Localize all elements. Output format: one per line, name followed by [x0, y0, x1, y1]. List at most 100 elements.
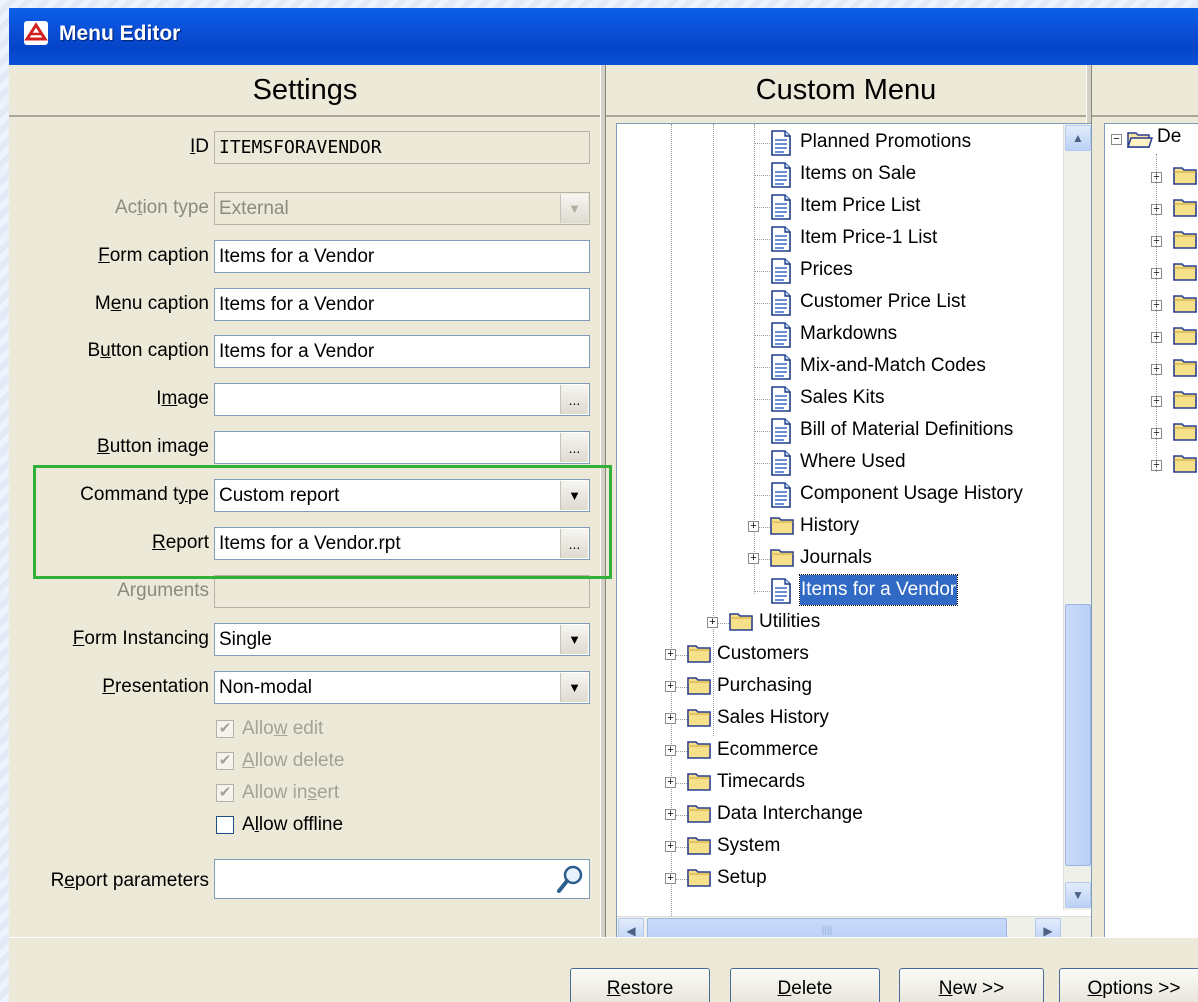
expand-icon[interactable]: +	[748, 521, 759, 532]
tree-item-label: Where Used	[800, 451, 906, 472]
search-icon[interactable]	[555, 863, 585, 895]
expand-icon[interactable]: +	[665, 649, 676, 660]
button-caption-input[interactable]: Items for a Vendor	[214, 335, 590, 368]
tree-connector	[754, 207, 770, 208]
tree-connector	[754, 591, 770, 592]
custom-menu-tree[interactable]: Planned Promotions Items on Sale Item Pric…	[616, 123, 1092, 945]
expand-icon[interactable]: +	[665, 681, 676, 692]
expand-icon[interactable]: +	[665, 809, 676, 820]
chevron-down-icon: ▼	[560, 194, 588, 223]
presentation-label: Presentation	[102, 676, 209, 697]
tree-item-label: Timecards	[717, 771, 805, 792]
tree-connector	[754, 271, 770, 272]
tree-connector	[754, 143, 770, 144]
options-button[interactable]: Options >>	[1059, 968, 1198, 1002]
tree-connector	[754, 303, 770, 304]
tree-connector	[754, 463, 770, 464]
action-type-select: External ▼	[214, 192, 590, 225]
document-icon	[770, 482, 792, 518]
expand-icon[interactable]: +	[707, 617, 718, 628]
allow-edit-label: Allow edit	[242, 718, 324, 739]
tree-item-label: Item Price-1 List	[800, 227, 938, 248]
tree-item-label: Item Price List	[800, 195, 921, 216]
delete-button[interactable]: Delete	[730, 968, 880, 1002]
tree-item-label: System	[717, 835, 781, 856]
id-field[interactable]: ITEMSFORAVENDOR	[214, 131, 590, 164]
right-tree[interactable]: − De + + + + + + + + + +	[1104, 123, 1198, 945]
tree-item-label: Journals	[800, 547, 872, 568]
folder-icon	[1173, 452, 1197, 479]
image-label: Image	[156, 388, 209, 409]
vertical-scrollbar[interactable]: ▲ ▼	[1063, 124, 1091, 910]
tree-item-label: Sales Kits	[800, 387, 885, 408]
expand-icon[interactable]: +	[665, 873, 676, 884]
title-bar[interactable]: Menu Editor	[9, 8, 1198, 65]
right-root-label: De	[1157, 126, 1182, 147]
folder-icon	[1173, 324, 1197, 351]
tree-item-label: Purchasing	[717, 675, 813, 696]
custom-menu-header: Custom Menu	[606, 65, 1086, 117]
folder-icon	[1173, 196, 1197, 223]
arguments-input	[214, 575, 590, 608]
folder-icon	[770, 514, 794, 546]
open-folder-icon	[1127, 132, 1153, 148]
form-instancing-label: Form Instancing	[72, 628, 209, 649]
document-icon	[770, 386, 792, 422]
image-browse-button[interactable]: ...	[560, 385, 588, 414]
form-caption-input[interactable]: Items for a Vendor	[214, 240, 590, 273]
report-parameters-input[interactable]	[214, 859, 590, 899]
menu-caption-input[interactable]: Items for a Vendor	[214, 288, 590, 321]
folder-icon	[687, 802, 711, 834]
document-icon	[770, 162, 792, 198]
expand-icon[interactable]: +	[665, 713, 676, 724]
chevron-down-icon[interactable]: ▼	[560, 625, 588, 654]
form-instancing-select[interactable]: Single ▼	[214, 623, 590, 656]
allow-delete-label: Allow delete	[242, 750, 345, 771]
folder-icon	[1173, 388, 1197, 415]
expand-icon[interactable]: +	[665, 777, 676, 788]
tree-connector	[754, 399, 770, 400]
folder-icon	[687, 642, 711, 674]
allow-offline-checkbox[interactable]	[216, 816, 234, 834]
tree-connector	[754, 175, 770, 176]
tree-item-label: Customers	[717, 643, 809, 664]
document-icon	[770, 450, 792, 486]
presentation-select[interactable]: Non-modal ▼	[214, 671, 590, 704]
allow-offline-label[interactable]: Allow offline	[242, 814, 343, 836]
new-button[interactable]: New >>	[899, 968, 1044, 1002]
collapse-icon[interactable]: −	[1111, 134, 1122, 145]
tree-item-label: Utilities	[759, 611, 821, 632]
right-panel-header	[1092, 65, 1198, 117]
chevron-down-icon[interactable]: ▼	[560, 673, 588, 702]
document-icon	[770, 290, 792, 326]
folder-icon	[687, 706, 711, 738]
report-parameters-label: Report parameters	[50, 870, 209, 891]
restore-button[interactable]: Restore	[570, 968, 710, 1002]
expand-icon[interactable]: +	[665, 841, 676, 852]
tree-guide-line	[1156, 154, 1157, 472]
tree-item-label: Bill of Material Definitions	[800, 419, 1014, 440]
folder-icon	[687, 738, 711, 770]
window-title: Menu Editor	[59, 22, 181, 45]
folder-icon	[687, 866, 711, 898]
expand-icon[interactable]: +	[665, 745, 676, 756]
tree-item-label: Data Interchange	[717, 803, 863, 824]
tree-connector	[754, 495, 770, 496]
vertical-scroll-thumb[interactable]	[1065, 604, 1091, 866]
scroll-up-icon[interactable]: ▲	[1065, 125, 1091, 151]
tree-connector	[754, 431, 770, 432]
image-input[interactable]: ...	[214, 383, 590, 416]
scroll-down-icon[interactable]: ▼	[1065, 882, 1091, 908]
button-image-input[interactable]: ...	[214, 431, 590, 464]
folder-icon	[1173, 420, 1197, 447]
button-image-label: Button image	[97, 436, 209, 457]
document-icon	[770, 194, 792, 230]
document-icon	[770, 418, 792, 454]
menu-caption-label: Menu caption	[94, 293, 209, 314]
button-image-browse-button[interactable]: ...	[560, 433, 588, 462]
action-type-label: Action type	[114, 197, 209, 218]
expand-icon[interactable]: +	[748, 553, 759, 564]
folder-icon	[1173, 260, 1197, 287]
tree-item-label: History	[800, 515, 860, 536]
tree-guide-line	[713, 124, 714, 736]
